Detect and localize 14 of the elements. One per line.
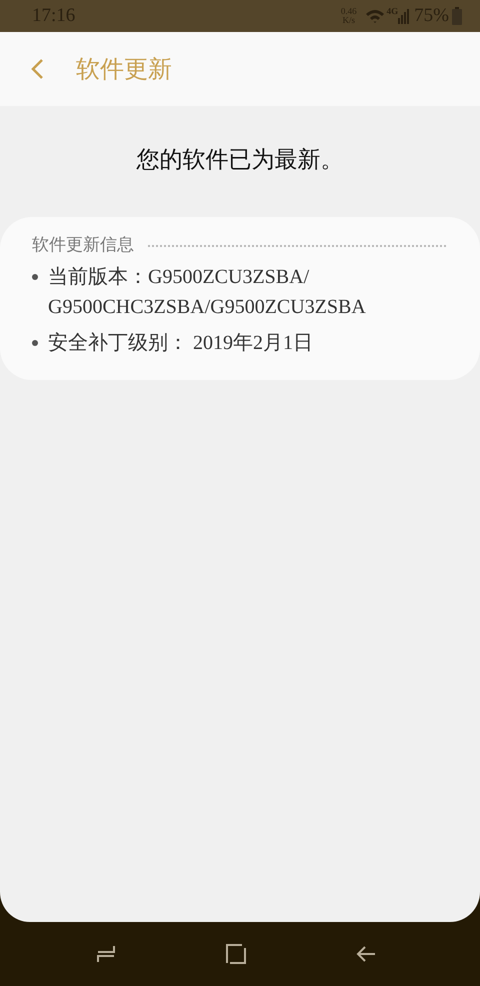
- home-button[interactable]: [226, 944, 246, 964]
- page-title: 软件更新: [76, 56, 172, 85]
- recent-apps-button[interactable]: [96, 945, 116, 963]
- info-text: 安全补丁级别： 2019年2月1日: [48, 331, 314, 356]
- signal-icon: [398, 8, 410, 24]
- info-text: 当前版本：G9500ZCU3ZSBA/ G9500CHC3ZSBA/G9500ZCU3ZSBA: [48, 265, 367, 320]
- wifi-icon: [364, 8, 385, 24]
- back-button[interactable]: [356, 945, 376, 963]
- status-message: 您的软件已为最新。: [136, 146, 344, 174]
- bullet-icon: [32, 340, 38, 346]
- bullet-icon: [32, 274, 38, 280]
- section-title: 软件更新信息: [32, 234, 134, 256]
- battery-icon: [452, 7, 462, 25]
- back-icon: [30, 58, 44, 80]
